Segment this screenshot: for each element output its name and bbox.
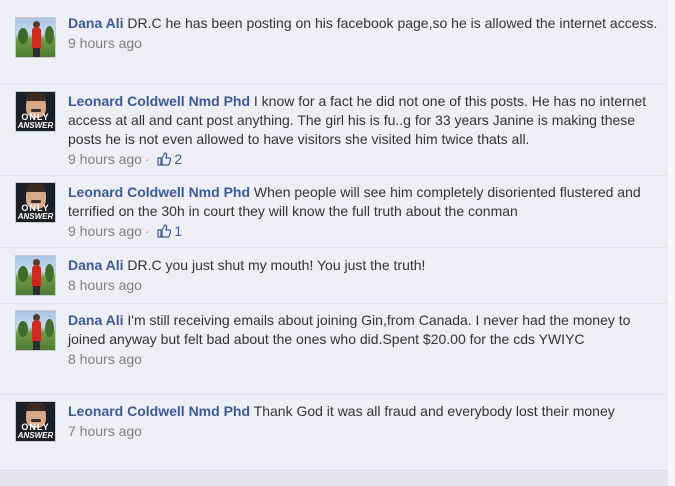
avatar-leonard-coldwell[interactable]: ONLY ANSWER [15,182,56,223]
comment-author-link[interactable]: Leonard Coldwell Nmd Phd [68,184,250,200]
comment-text: I'm still receiving emails about joining… [68,312,631,347]
comment-meta: 8 hours ago [68,275,663,295]
panel-bottom-border [0,470,668,486]
comment-meta: 9 hours ago · 2 [68,149,663,169]
comment-content: Dana Ali DR.C he has been posting on his… [68,14,663,33]
avatar-text: ANSWER [17,212,54,221]
avatar-leonard-coldwell[interactable]: ONLY ANSWER [15,401,56,442]
comment-item: Dana Ali DR.C you just shut my mouth! Yo… [0,247,668,296]
comment-timestamp[interactable]: 8 hours ago [68,351,142,367]
comment-item: ONLY ANSWER Leonard Coldwell Nmd Phd Than… [0,394,668,442]
avatar-dana-ali[interactable] [15,255,56,296]
comment-item: Dana Ali I'm still receiving emails abou… [0,303,668,367]
meta-separator: · [144,223,150,239]
comment-author-link[interactable]: Leonard Coldwell Nmd Phd [68,93,250,109]
comments-panel: Dana Ali DR.C he has been posting on his… [0,0,669,486]
comment-timestamp[interactable]: 7 hours ago [68,423,142,439]
comment-meta: 9 hours ago · 1 [68,221,663,241]
comment-author-link[interactable]: Leonard Coldwell Nmd Phd [68,403,250,419]
meta-separator: · [144,151,150,167]
comment-content: Dana Ali I'm still receiving emails abou… [68,311,663,349]
comment-author-link[interactable]: Dana Ali [68,312,124,328]
comment-timestamp[interactable]: 9 hours ago [68,35,142,51]
avatar-text: ANSWER [17,431,54,440]
comment-text: DR.C you just shut my mouth! You just th… [127,257,426,273]
comment-item: ONLY ANSWER Leonard Coldwell Nmd Phd When… [0,175,668,239]
window-edge [668,0,675,485]
comment-content: Leonard Coldwell Nmd Phd When people wil… [68,183,663,221]
comment-timestamp[interactable]: 9 hours ago [68,223,142,239]
avatar-text: ANSWER [17,121,54,130]
thumbs-up-icon[interactable] [156,152,171,166]
comment-text: Thank God it was all fraud and everybody… [253,403,615,419]
comment-author-link[interactable]: Dana Ali [68,15,124,31]
thumbs-up-icon[interactable] [156,224,171,238]
like-count[interactable]: 1 [174,223,182,239]
comment-timestamp[interactable]: 8 hours ago [68,277,142,293]
comment-meta: 8 hours ago [68,349,663,369]
comment-content: Leonard Coldwell Nmd Phd Thank God it wa… [68,402,663,421]
comment-text: DR.C he has been posting on his facebook… [127,15,658,31]
avatar-dana-ali[interactable] [15,310,56,351]
avatar-leonard-coldwell[interactable]: ONLY ANSWER [15,91,56,132]
comment-content: Dana Ali DR.C you just shut my mouth! Yo… [68,256,663,275]
comment-timestamp[interactable]: 9 hours ago [68,151,142,167]
like-count[interactable]: 2 [174,151,182,167]
comment-item: ONLY ANSWER Leonard Coldwell Nmd Phd I kn… [0,84,668,167]
comment-meta: 7 hours ago [68,421,663,441]
comment-meta: 9 hours ago [68,33,663,53]
comment-author-link[interactable]: Dana Ali [68,257,124,273]
avatar-dana-ali[interactable] [15,17,56,58]
comment-content: Leonard Coldwell Nmd Phd I know for a fa… [68,92,663,149]
